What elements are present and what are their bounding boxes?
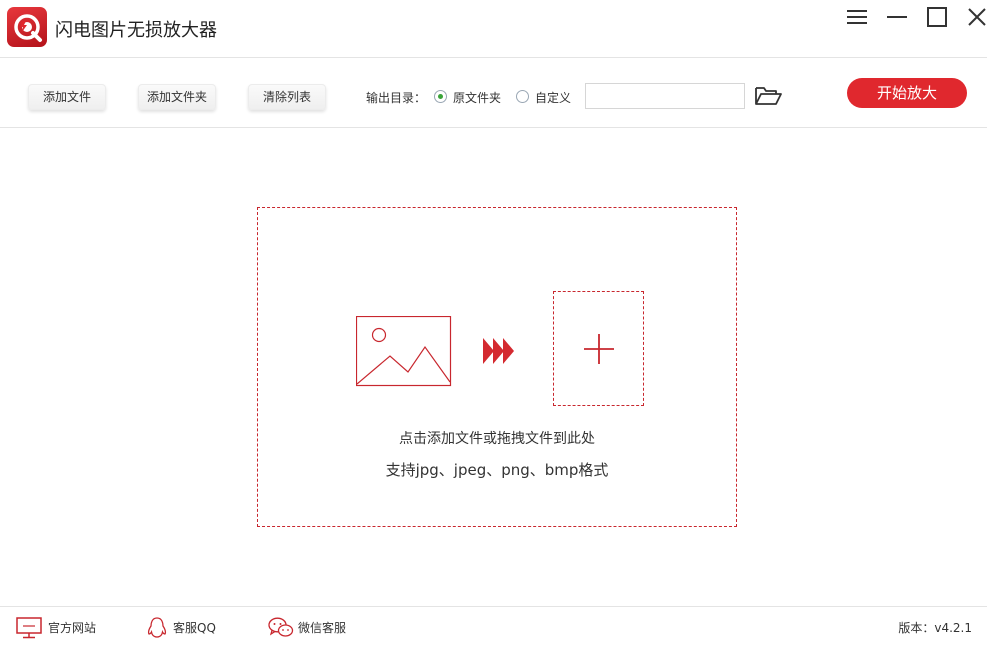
- browse-folder-button[interactable]: [754, 84, 782, 108]
- add-image-box[interactable]: [553, 291, 644, 406]
- monitor-icon: [16, 617, 42, 639]
- close-icon: [968, 8, 986, 26]
- plus-icon: [584, 334, 614, 364]
- customer-service-qq-label: 客服QQ: [173, 621, 216, 635]
- minimize-icon: [887, 16, 907, 18]
- output-path-input[interactable]: [585, 83, 745, 109]
- add-folder-button[interactable]: 添加文件夹: [138, 84, 216, 110]
- radio-custom-folder[interactable]: [516, 90, 529, 103]
- radio-original-folder-label[interactable]: 原文件夹: [453, 89, 501, 106]
- qq-penguin-icon: [147, 617, 167, 638]
- wechat-service-label: 微信客服: [298, 621, 347, 635]
- radio-custom-folder-label[interactable]: 自定义: [535, 89, 571, 106]
- triple-arrow-icon: [483, 338, 514, 364]
- clear-list-button[interactable]: 清除列表: [248, 84, 326, 110]
- start-enlarge-button[interactable]: 开始放大: [847, 78, 967, 108]
- wechat-icon: [268, 617, 294, 637]
- menu-button[interactable]: [845, 6, 869, 30]
- title-bar: 闪电图片无损放大器: [0, 0, 987, 57]
- add-file-button[interactable]: 添加文件: [28, 84, 106, 110]
- app-logo-icon: [7, 7, 47, 47]
- toolbar: 添加文件 添加文件夹 清除列表 输出目录： 原文件夹 自定义 开始放大: [0, 57, 987, 128]
- supported-formats: 支持jpg、jpeg、png、bmp格式: [385, 461, 609, 479]
- minimize-button[interactable]: [885, 6, 909, 30]
- version-label: 版本：v4.2.1: [898, 621, 972, 635]
- maximize-icon: [927, 7, 947, 27]
- app-title: 闪电图片无损放大器: [55, 20, 217, 41]
- hamburger-menu-icon: [847, 10, 867, 24]
- open-folder-icon: [755, 87, 782, 105]
- official-website-link[interactable]: 官方网站: [16, 617, 106, 639]
- maximize-button[interactable]: [925, 6, 949, 30]
- image-placeholder-icon: [356, 316, 452, 387]
- drop-instruction: 点击添加文件或拖拽文件到此处: [399, 431, 595, 447]
- wechat-service-link[interactable]: 微信客服: [268, 617, 358, 637]
- customer-service-qq-link[interactable]: 客服QQ: [147, 617, 227, 638]
- file-drop-zone[interactable]: 点击添加文件或拖拽文件到此处 支持jpg、jpeg、png、bmp格式: [257, 207, 737, 527]
- status-bar: 官方网站 客服QQ 微信客服 版本：v4.2.1: [0, 606, 987, 645]
- official-website-label: 官方网站: [48, 621, 97, 635]
- output-dir-label: 输出目录：: [366, 91, 427, 105]
- close-button[interactable]: [965, 6, 987, 30]
- radio-original-folder[interactable]: [434, 90, 447, 103]
